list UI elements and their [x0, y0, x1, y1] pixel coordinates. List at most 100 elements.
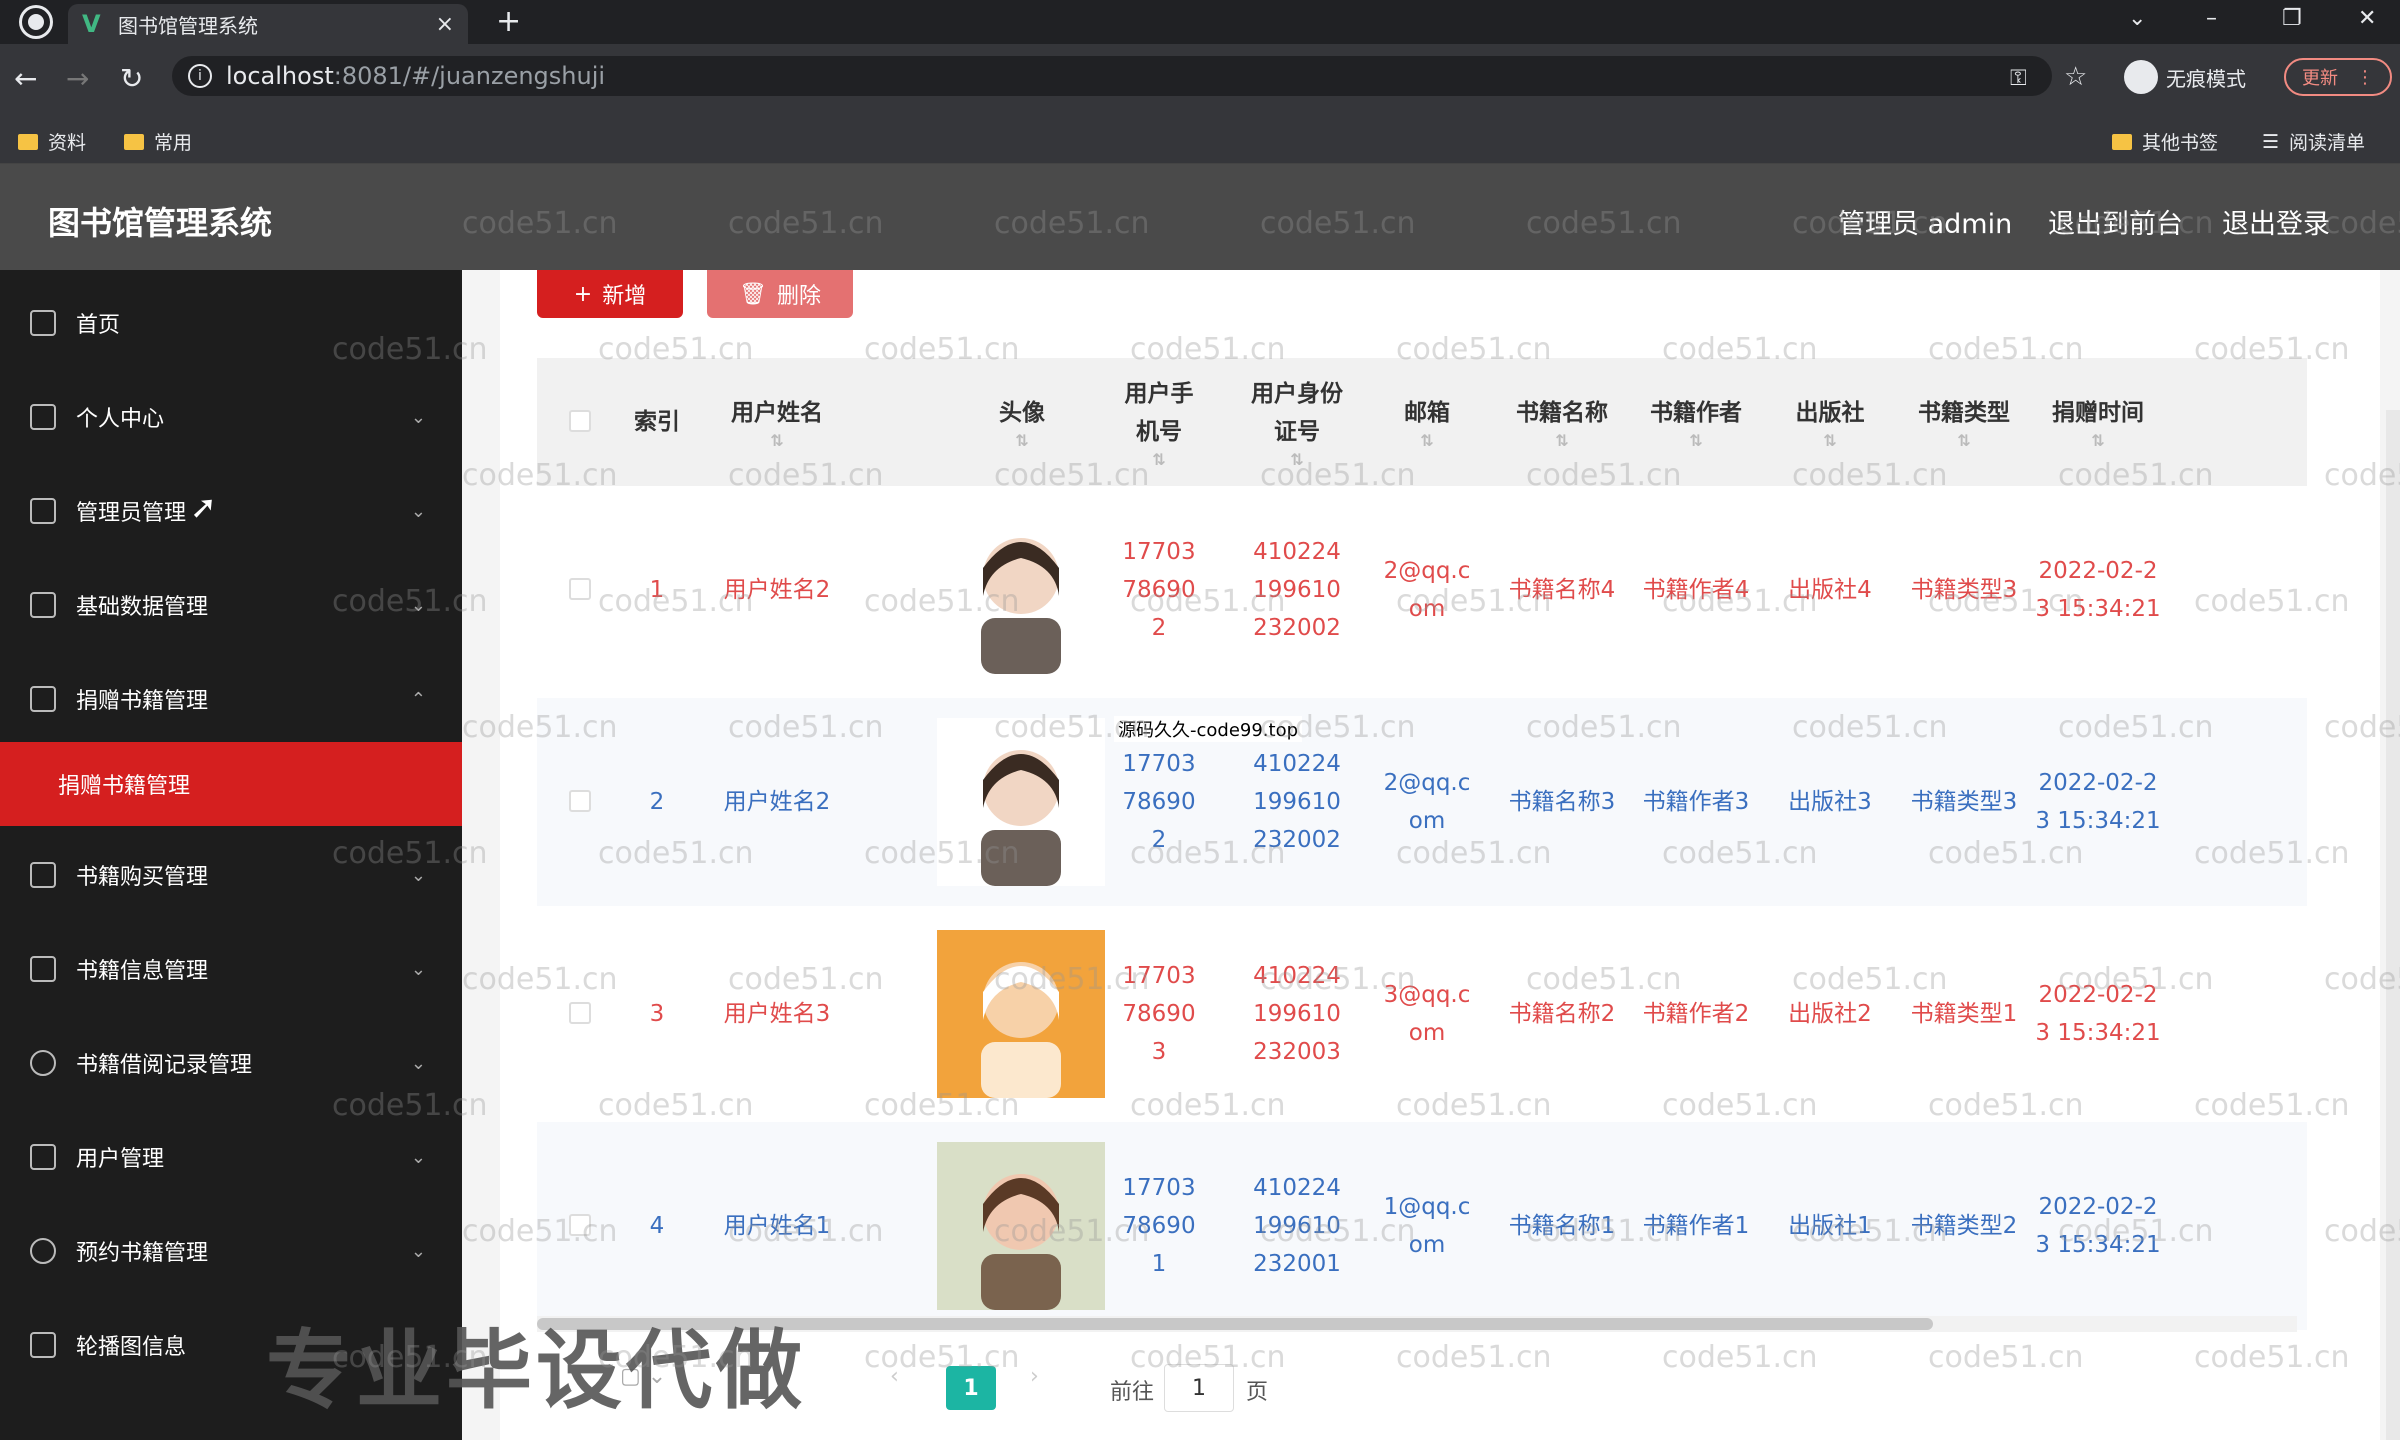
- sidebar-item-donations[interactable]: 捐赠书籍管理 ⌃: [0, 654, 462, 744]
- cell-text: 用户姓名2: [723, 789, 831, 815]
- sidebar-item-reserve[interactable]: 预约书籍管理 ⌄: [0, 1206, 462, 1296]
- delete-button[interactable]: 🗑 删除: [707, 270, 853, 318]
- chevron-down-icon: ⌄: [410, 958, 426, 980]
- cell-text: 书籍类型2: [1910, 1213, 2018, 1239]
- cell-text: 2022-02-23 15:34:21: [2035, 982, 2161, 1046]
- sidebar-item-borrow[interactable]: 书籍借阅记录管理 ⌄: [0, 1018, 462, 1108]
- header-donate-time[interactable]: 捐赠时间 ⇅: [2033, 358, 2163, 486]
- bookmark-label: 常用: [154, 132, 193, 154]
- sidebar-item-users[interactable]: 用户管理 ⌄: [0, 1112, 462, 1202]
- header-phone[interactable]: 用户手机号 ⇅: [1119, 358, 1199, 486]
- site-info-icon[interactable]: i: [188, 64, 212, 88]
- tab-title: 图书馆管理系统: [118, 13, 258, 38]
- vertical-scrollbar[interactable]: [2386, 410, 2400, 1440]
- cell-text: 书籍名称2: [1508, 1001, 1616, 1027]
- sort-icon[interactable]: ⇅: [1689, 432, 1702, 450]
- sidebar-item-book-info[interactable]: 书籍信息管理 ⌄: [0, 924, 462, 1014]
- sort-icon[interactable]: ⇅: [1823, 432, 1836, 450]
- table-row[interactable]: 2 用户姓名2 17703786902 410224199610232002 2@qq.…: [537, 698, 2307, 906]
- other-bookmarks-label: 其他书签: [2142, 132, 2219, 154]
- cell-text: 410224199610232003: [1253, 963, 1341, 1065]
- chevron-down-icon: ⌄: [410, 594, 426, 616]
- cell-text: 用户姓名1: [723, 1213, 831, 1239]
- header-book-author[interactable]: 书籍作者 ⇅: [1631, 358, 1761, 486]
- row-checkbox[interactable]: [569, 790, 591, 812]
- cell-text: 用户姓名2: [723, 577, 831, 603]
- url-field[interactable]: i localhost:8081/#/juanzengshuji: [172, 56, 2052, 96]
- sort-icon[interactable]: ⇅: [1015, 432, 1028, 450]
- sidebar-item-admins[interactable]: 管理员管理 ⌄: [0, 466, 462, 556]
- bookmark-star-icon[interactable]: ☆: [2064, 62, 2087, 92]
- header-email[interactable]: 邮箱 ⇅: [1377, 358, 1477, 486]
- table-row[interactable]: 3 用户姓名3 17703786903 410224199610232003 3@qq.…: [537, 910, 2307, 1118]
- cell-text: 2022-02-23 15:34:21: [2035, 558, 2161, 622]
- close-window-icon[interactable]: ✕: [2358, 6, 2376, 31]
- reading-list-icon: ☰: [2262, 130, 2280, 153]
- header-index[interactable]: 索引: [617, 358, 697, 486]
- exit-to-front-link[interactable]: 退出到前台: [2048, 202, 2183, 241]
- chevron-down-icon: ⌄: [410, 1052, 426, 1074]
- tab-search-icon[interactable]: ⌄: [2128, 6, 2146, 31]
- sliders-icon: [30, 592, 56, 618]
- header-book-name[interactable]: 书籍名称 ⇅: [1497, 358, 1627, 486]
- bookmark-folder-changyong[interactable]: 常用: [124, 128, 192, 155]
- header-label: 书籍作者: [1650, 400, 1742, 426]
- incognito-indicator[interactable]: 无痕模式: [2124, 60, 2246, 94]
- header-username[interactable]: 用户姓名 ⇅: [697, 358, 857, 486]
- back-icon[interactable]: ←: [14, 62, 37, 95]
- browser-tab[interactable]: V 图书馆管理系统 ×: [68, 4, 468, 44]
- cell-text: 2@qq.com: [1383, 558, 1471, 622]
- row-checkbox[interactable]: [569, 578, 591, 600]
- cell-text: 410224199610232001: [1253, 1175, 1341, 1277]
- table-row[interactable]: 1 用户姓名2 17703786902 410224199610232002 2@qq.…: [537, 486, 2307, 694]
- reading-list-label: 阅读清单: [2289, 132, 2366, 154]
- header-idcard[interactable]: 用户身份证号 ⇅: [1247, 358, 1347, 486]
- sidebar-item-basic-data[interactable]: 基础数据管理 ⌄: [0, 560, 462, 650]
- minimize-icon[interactable]: –: [2206, 6, 2217, 31]
- folder-icon: [18, 133, 38, 150]
- prev-page-icon[interactable]: ‹: [890, 1364, 899, 1389]
- sort-icon[interactable]: ⇅: [770, 432, 783, 450]
- header-book-type[interactable]: 书籍类型 ⇅: [1899, 358, 2029, 486]
- sort-icon[interactable]: ⇅: [1555, 432, 1568, 450]
- sort-icon[interactable]: ⇅: [1152, 451, 1165, 469]
- update-button[interactable]: 更新 ⋮: [2284, 58, 2392, 96]
- key-icon[interactable]: ⚿: [2010, 66, 2027, 91]
- next-page-icon[interactable]: ›: [1030, 1364, 1039, 1389]
- row-checkbox[interactable]: [569, 1214, 591, 1236]
- cell-author: 书籍作者4: [1631, 486, 1761, 694]
- cell-index: 2: [617, 698, 697, 906]
- header-avatar[interactable]: 头像 ⇅: [927, 358, 1117, 486]
- forward-icon[interactable]: →: [66, 62, 89, 95]
- reload-icon[interactable]: ↻: [120, 62, 143, 95]
- select-all-checkbox[interactable]: [569, 410, 591, 432]
- cell-text: 出版社3: [1788, 789, 1872, 815]
- sort-icon[interactable]: ⇅: [2091, 432, 2104, 450]
- logout-link[interactable]: 退出登录: [2222, 202, 2330, 241]
- tab-close-icon[interactable]: ×: [436, 12, 454, 37]
- add-button[interactable]: + 新增: [537, 270, 683, 318]
- sort-icon[interactable]: ⇅: [1957, 432, 1970, 450]
- sort-icon[interactable]: ⇅: [1290, 451, 1303, 469]
- header-label: 头像: [999, 400, 1045, 426]
- sidebar-item-label: 书籍信息管理: [76, 959, 209, 984]
- cell-book: 书籍名称3: [1497, 698, 1627, 906]
- reading-list[interactable]: ☰ 阅读清单: [2262, 128, 2365, 155]
- header-publisher[interactable]: 出版社 ⇅: [1765, 358, 1895, 486]
- sidebar-item-purchase[interactable]: 书籍购买管理 ⌄: [0, 830, 462, 920]
- table-row[interactable]: 4 用户姓名1 17703786901 410224199610232001 1@qq.…: [537, 1122, 2307, 1330]
- header-label: 书籍类型: [1918, 400, 2010, 426]
- menu-dots-icon[interactable]: ⋮: [2356, 67, 2374, 88]
- row-checkbox[interactable]: [569, 1002, 591, 1024]
- admin-label[interactable]: 管理员 admin: [1838, 202, 2012, 241]
- sidebar-item-home[interactable]: 首页: [0, 278, 462, 368]
- restore-icon[interactable]: ❐: [2282, 6, 2302, 31]
- bookmark-folder-ziliao[interactable]: 资料: [18, 128, 86, 155]
- sidebar-subitem-donations[interactable]: 捐赠书籍管理: [0, 742, 462, 826]
- new-tab-button[interactable]: +: [496, 4, 521, 39]
- sort-icon[interactable]: ⇅: [1420, 432, 1433, 450]
- page-number-current[interactable]: 1: [946, 1366, 996, 1410]
- other-bookmarks[interactable]: 其他书签: [2112, 128, 2218, 155]
- goto-page-input[interactable]: 1: [1164, 1364, 1234, 1412]
- sidebar-item-profile[interactable]: 个人中心 ⌄: [0, 372, 462, 462]
